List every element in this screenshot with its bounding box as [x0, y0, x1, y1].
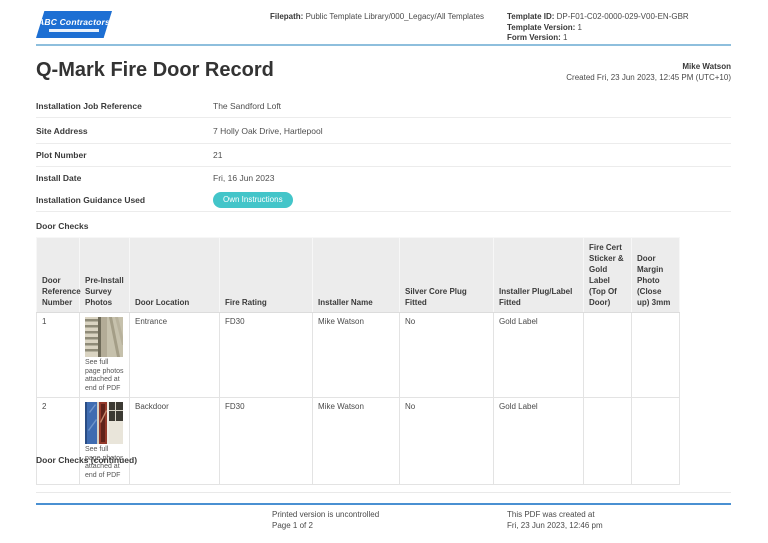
field-value: 7 Holly Oak Drive, Hartlepool: [213, 126, 323, 136]
fire-cert-sticker-cell: [584, 398, 632, 485]
printed-note: Printed version is uncontrolled: [272, 509, 379, 520]
page-title: Q-Mark Fire Door Record: [36, 59, 274, 82]
col-door-margin-photo: Door Margin Photo (Close up) 3mm: [632, 238, 680, 313]
author-name: Mike Watson: [566, 62, 731, 73]
company-logo: ABC Contractors: [36, 11, 112, 38]
fire-rating-cell: FD30: [220, 313, 313, 398]
own-instructions-button[interactable]: Own Instructions: [213, 192, 293, 208]
template-id-row: Template ID: DP-F01-C02-0000-029-V00-EN-…: [507, 12, 689, 23]
col-door-location: Door Location: [130, 238, 220, 313]
form-version-row: Form Version: 1: [507, 33, 689, 44]
photo-caption: See full page photos attached at end of …: [85, 359, 124, 393]
filepath-label: Filepath:: [270, 12, 303, 21]
company-logo-text: ABC Contractors: [38, 17, 110, 27]
template-version-label: Template Version:: [507, 23, 575, 32]
col-silver-core-plug-fitted: Silver Core Plug Fitted: [400, 238, 494, 313]
installer-name-cell: Mike Watson: [313, 398, 400, 485]
door-ref-cell: 2: [37, 398, 80, 485]
template-version-value: 1: [575, 23, 582, 32]
door-location-cell: Backdoor: [130, 398, 220, 485]
template-meta: Template ID: DP-F01-C02-0000-029-V00-EN-…: [507, 12, 689, 44]
col-fire-cert-sticker: Fire Cert Sticker & Gold Label (Top Of D…: [584, 238, 632, 313]
field-row-installation-guidance: Installation Guidance Used Own Instructi…: [36, 188, 731, 212]
fire-cert-sticker-cell: [584, 313, 632, 398]
installer-name-cell: Mike Watson: [313, 313, 400, 398]
footer-created-block: This PDF was created at Fri, 23 Jun 2023…: [507, 509, 603, 531]
header-divider: [36, 44, 731, 46]
field-row-installation-job-reference: Installation Job Reference The Sandford …: [36, 95, 731, 118]
col-installer-name: Installer Name: [313, 238, 400, 313]
door-margin-photo-cell: [632, 398, 680, 485]
door-margin-photo-cell: [632, 313, 680, 398]
door-checks-heading: Door Checks: [36, 221, 88, 231]
door-checks-table: Door Reference Number Pre-Install Survey…: [36, 237, 680, 485]
field-row-plot-number: Plot Number 21: [36, 144, 731, 167]
pdf-page: ABC Contractors Filepath: Public Templat…: [0, 0, 768, 543]
filepath-value: Public Template Library/000_Legacy/All T…: [303, 12, 484, 21]
company-logo-tagline-strip: [49, 29, 99, 32]
filepath: Filepath: Public Template Library/000_Le…: [270, 12, 495, 22]
field-value: 21: [213, 150, 222, 160]
field-label: Site Address: [36, 126, 213, 136]
footer-faint-divider: [36, 492, 731, 493]
author-block: Mike Watson Created Fri, 23 Jun 2023, 12…: [566, 62, 731, 83]
field-label: Plot Number: [36, 150, 213, 160]
created-at-label: This PDF was created at: [507, 509, 603, 520]
plug-label-fitted-cell: Gold Label: [494, 313, 584, 398]
template-version-row: Template Version: 1: [507, 23, 689, 34]
door-location-cell: Entrance: [130, 313, 220, 398]
table-row: 2: [37, 398, 680, 485]
footer-print-block: Printed version is uncontrolled Page 1 o…: [272, 509, 379, 531]
created-at-value: Fri, 23 Jun 2023, 12:46 pm: [507, 520, 603, 531]
col-door-reference-number: Door Reference Number: [37, 238, 80, 313]
fire-rating-cell: FD30: [220, 398, 313, 485]
door-checks-continued-heading: Door Checks (continued): [36, 455, 137, 465]
pre-install-photo-1[interactable]: [85, 317, 123, 357]
created-timestamp: Created Fri, 23 Jun 2023, 12:45 PM (UTC+…: [566, 73, 731, 84]
col-fire-rating: Fire Rating: [220, 238, 313, 313]
footer-divider: [36, 503, 731, 505]
form-fields: Installation Job Reference The Sandford …: [36, 95, 731, 212]
silver-core-plug-cell: No: [400, 313, 494, 398]
form-version-label: Form Version:: [507, 33, 561, 42]
template-id-label: Template ID:: [507, 12, 554, 21]
field-label: Install Date: [36, 173, 213, 183]
form-version-value: 1: [561, 33, 568, 42]
pre-install-photo-2[interactable]: [85, 402, 123, 444]
field-label: Installation Job Reference: [36, 101, 213, 111]
plug-label-fitted-cell: Gold Label: [494, 398, 584, 485]
field-row-install-date: Install Date Fri, 16 Jun 2023: [36, 167, 731, 188]
field-value: Fri, 16 Jun 2023: [213, 173, 274, 183]
door-ref-cell: 1: [37, 313, 80, 398]
page-indicator: Page 1 of 2: [272, 520, 379, 531]
field-label: Installation Guidance Used: [36, 195, 213, 205]
table-header-row: Door Reference Number Pre-Install Survey…: [37, 238, 680, 313]
field-value: The Sandford Loft: [213, 101, 281, 111]
col-installer-plug-label-fitted: Installer Plug/Label Fitted: [494, 238, 584, 313]
survey-photo-cell: See full page photos attached at end of …: [80, 398, 130, 485]
table-row: 1: [37, 313, 680, 398]
silver-core-plug-cell: No: [400, 398, 494, 485]
field-row-site-address: Site Address 7 Holly Oak Drive, Hartlepo…: [36, 118, 731, 144]
template-id-value: DP-F01-C02-0000-029-V00-EN-GBR: [554, 12, 688, 21]
col-pre-install-survey-photos: Pre-Install Survey Photos: [80, 238, 130, 313]
survey-photo-cell: See full page photos attached at end of …: [80, 313, 130, 398]
